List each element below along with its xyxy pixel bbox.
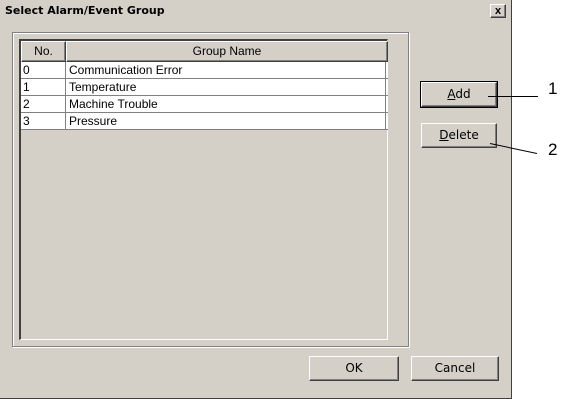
add-button[interactable]: Add: [420, 81, 498, 108]
select-alarm-event-group-dialog: Select Alarm/Event Group x No. Group Nam…: [0, 0, 512, 399]
ok-button[interactable]: OK: [309, 356, 399, 381]
row-group-name: Temperature: [66, 79, 386, 95]
row-number: 2: [21, 96, 66, 112]
callout-line-1: [488, 96, 538, 97]
add-button-label: dd: [455, 87, 471, 101]
callout-number-1: 1: [548, 79, 558, 98]
delete-button-label: elete: [448, 128, 479, 142]
row-number: 3: [21, 113, 66, 129]
table-row[interactable]: 2 Machine Trouble: [21, 96, 388, 113]
list-header: No. Group Name: [21, 41, 388, 62]
row-number: 1: [21, 79, 66, 95]
title-bar[interactable]: Select Alarm/Event Group x: [2, 2, 509, 20]
row-group-name: Machine Trouble: [66, 96, 386, 112]
row-group-name: Communication Error: [66, 62, 386, 78]
column-header-no[interactable]: No.: [21, 41, 66, 62]
close-icon: x: [494, 5, 502, 17]
callout-number-2: 2: [548, 140, 558, 159]
row-number: 0: [21, 62, 66, 78]
cancel-button[interactable]: Cancel: [411, 356, 499, 381]
table-row[interactable]: 1 Temperature: [21, 79, 388, 96]
dialog-title: Select Alarm/Event Group: [5, 4, 165, 17]
delete-button[interactable]: Delete: [421, 123, 497, 148]
table-row[interactable]: 0 Communication Error: [21, 62, 388, 79]
table-row[interactable]: 3 Pressure: [21, 113, 388, 130]
delete-button-accelerator: D: [439, 128, 449, 142]
column-header-group-name[interactable]: Group Name: [66, 41, 388, 62]
row-group-name: Pressure: [66, 113, 386, 129]
close-button[interactable]: x: [490, 4, 506, 18]
group-list[interactable]: No. Group Name 0 Communication Error 1 T…: [19, 39, 388, 340]
